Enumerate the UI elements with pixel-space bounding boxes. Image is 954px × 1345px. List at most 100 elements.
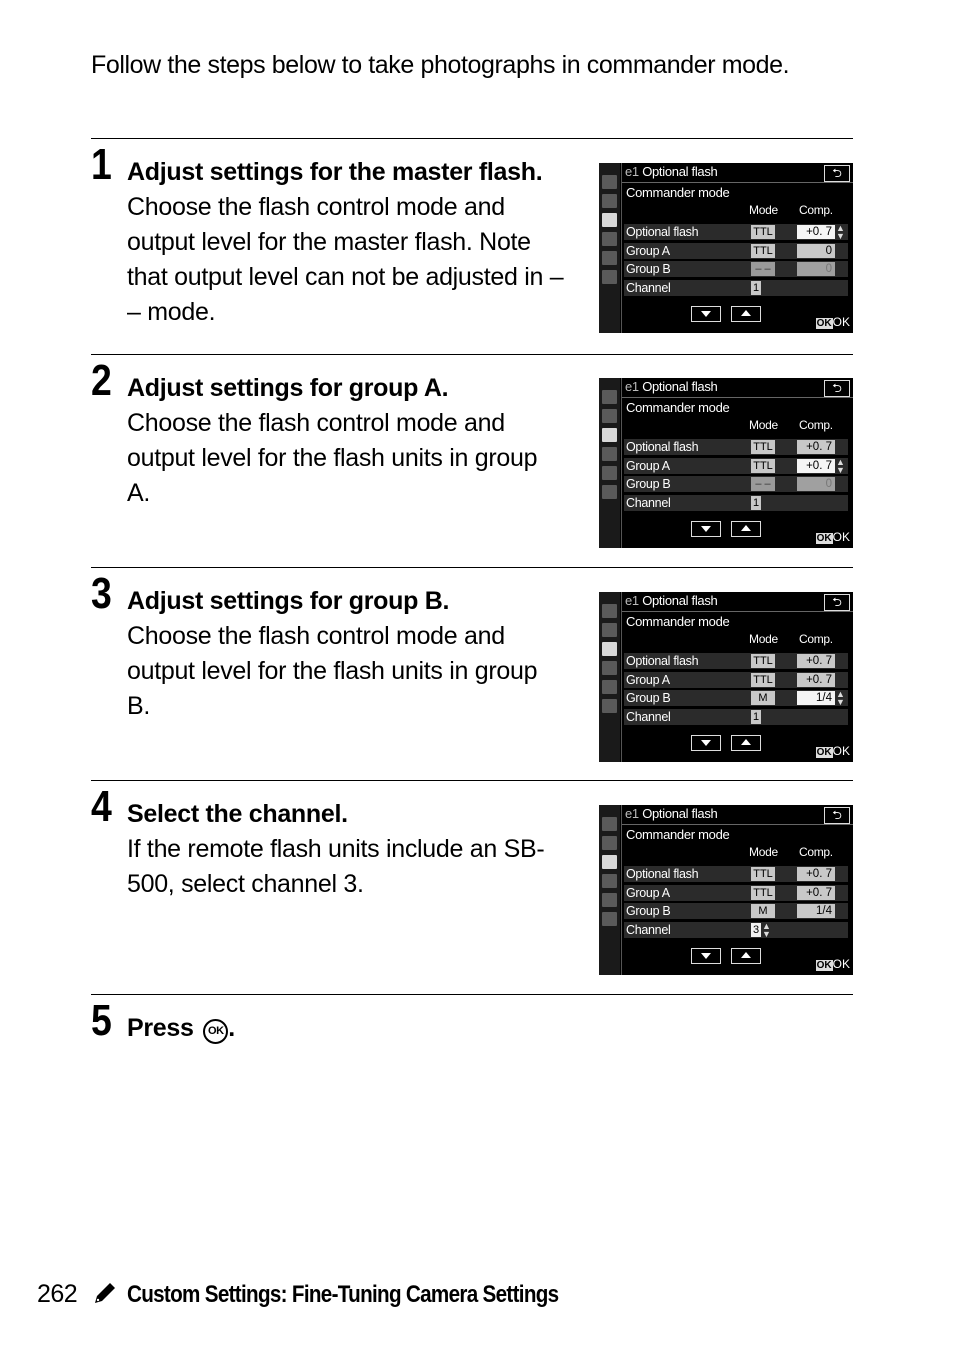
comp-value[interactable]: +0. 7 — [797, 654, 835, 668]
mode-value[interactable]: 1 — [751, 709, 761, 724]
photo-shooting-menu-icon[interactable] — [602, 836, 617, 850]
scroll-down-button[interactable] — [691, 306, 721, 322]
my-menu-icon[interactable] — [602, 699, 617, 713]
mode-value[interactable]: TTL — [751, 654, 775, 668]
setting-row[interactable]: Optional flash TTL +0. 7 — [624, 866, 848, 882]
playback-menu-icon[interactable] — [602, 175, 617, 189]
retouch-menu-icon[interactable] — [602, 251, 617, 265]
mode-value[interactable]: – – — [751, 262, 775, 276]
step-text: Adjust settings for group B. Choose the … — [127, 584, 587, 724]
custom-settings-menu-icon[interactable] — [602, 642, 617, 656]
comp-value[interactable]: +0. 7 — [797, 672, 835, 687]
photo-shooting-menu-icon[interactable] — [602, 409, 617, 423]
scroll-up-button[interactable] — [731, 521, 761, 537]
setting-row[interactable]: Group A TTL +0. 7 — [624, 884, 848, 901]
comp-value[interactable]: 1/4 — [797, 904, 835, 918]
mode-value[interactable]: M — [751, 691, 775, 705]
playback-menu-icon[interactable] — [602, 604, 617, 618]
scroll-down-button[interactable] — [691, 948, 721, 964]
camera-screen: e1 Optional flash ⮌ Commander mode Mode Comp… — [599, 163, 853, 333]
scroll-down-button[interactable] — [691, 521, 721, 537]
comp-value[interactable]: 1/4 — [797, 691, 835, 705]
comp-value[interactable]: +0. 7 — [797, 458, 835, 473]
setting-row[interactable]: Optional flash TTL +0. 7 — [624, 439, 848, 455]
menu-title-text: Optional flash — [642, 164, 718, 179]
mode-value[interactable]: TTL — [751, 243, 775, 258]
mode-value[interactable]: 1 — [751, 495, 761, 510]
comp-value[interactable]: 0 — [797, 477, 835, 491]
retouch-menu-icon[interactable] — [602, 466, 617, 480]
comp-value[interactable]: 0 — [797, 243, 835, 258]
comp-value[interactable]: +0. 7 — [797, 225, 835, 239]
setup-menu-icon[interactable] — [602, 874, 617, 888]
setup-menu-icon[interactable] — [602, 447, 617, 461]
step-body: Choose the flash control mode and output… — [127, 193, 564, 326]
step-title: Adjust settings for group A. — [127, 374, 449, 402]
ok-button[interactable]: OKOK — [815, 315, 850, 331]
row-label: Group A — [626, 672, 670, 687]
setting-row[interactable]: Group B – – 0 — [624, 476, 848, 492]
ok-label: OK — [832, 530, 850, 544]
setting-row[interactable]: Group B M 1/4 — [624, 903, 848, 919]
my-menu-icon[interactable] — [602, 912, 617, 926]
setting-row[interactable]: Group A TTL 0 — [624, 242, 848, 259]
ok-label: OK — [832, 744, 850, 758]
scroll-up-button[interactable] — [731, 948, 761, 964]
step-title: Adjust settings for the master flash. — [127, 158, 543, 186]
menu-subtitle: Commander mode — [626, 827, 730, 842]
setting-row[interactable]: Channel 1 — [624, 708, 848, 725]
setting-row[interactable]: Group A TTL +0. 7 — [624, 671, 848, 688]
mode-value[interactable]: M — [751, 904, 775, 918]
setting-row[interactable]: Channel 1 — [624, 279, 848, 296]
mode-value[interactable]: TTL — [751, 440, 775, 454]
scroll-down-button[interactable] — [691, 735, 721, 751]
mode-value[interactable]: TTL — [751, 867, 775, 881]
my-menu-icon[interactable] — [602, 270, 617, 284]
mode-value[interactable]: 1 — [751, 280, 761, 295]
ok-button[interactable]: OKOK — [815, 957, 850, 973]
ok-button[interactable]: OKOK — [815, 744, 850, 760]
scroll-up-button[interactable] — [731, 306, 761, 322]
comp-value[interactable]: +0. 7 — [797, 867, 835, 881]
retouch-menu-icon[interactable] — [602, 893, 617, 907]
setting-row[interactable]: Channel 3 ▲ ▼ — [624, 921, 848, 938]
step-title: Press OK. — [127, 1014, 235, 1044]
mode-value[interactable]: TTL — [751, 458, 775, 473]
menu-subtitle: Commander mode — [626, 185, 730, 200]
setting-row[interactable]: Group B – – 0 — [624, 261, 848, 277]
mode-value[interactable]: TTL — [751, 225, 775, 239]
setting-row[interactable]: Group A TTL +0. 7 ▲ ▼ — [624, 457, 848, 474]
playback-menu-icon[interactable] — [602, 817, 617, 831]
back-icon[interactable]: ⮌ — [824, 380, 850, 397]
setting-row[interactable]: Optional flash TTL +0. 7 — [624, 653, 848, 669]
mode-value[interactable]: TTL — [751, 885, 775, 900]
row-label: Channel — [626, 922, 671, 937]
photo-shooting-menu-icon[interactable] — [602, 194, 617, 208]
comp-value[interactable]: 0 — [797, 262, 835, 276]
comp-value[interactable]: +0. 7 — [797, 440, 835, 454]
custom-settings-menu-icon[interactable] — [602, 213, 617, 227]
mode-value[interactable]: 3 — [751, 922, 761, 937]
setup-menu-icon[interactable] — [602, 661, 617, 675]
mode-value[interactable]: TTL — [751, 672, 775, 687]
setup-menu-icon[interactable] — [602, 232, 617, 246]
mode-value[interactable]: – – — [751, 477, 775, 491]
mode-column-header: Mode — [749, 632, 778, 646]
triangle-up-icon — [741, 310, 751, 316]
retouch-menu-icon[interactable] — [602, 680, 617, 694]
back-icon[interactable]: ⮌ — [824, 807, 850, 824]
my-menu-icon[interactable] — [602, 485, 617, 499]
setting-row[interactable]: Optional flash TTL +0. 7 ▲ ▼ — [624, 224, 848, 241]
setting-row[interactable]: Group B M 1/4 ▲ ▼ — [624, 690, 848, 707]
ok-button[interactable]: OKOK — [815, 530, 850, 546]
scroll-up-button[interactable] — [731, 735, 761, 751]
back-icon[interactable]: ⮌ — [824, 165, 850, 182]
playback-menu-icon[interactable] — [602, 390, 617, 404]
menu-subtitle: Commander mode — [626, 400, 730, 415]
setting-row[interactable]: Channel 1 — [624, 494, 848, 511]
custom-settings-menu-icon[interactable] — [602, 855, 617, 869]
custom-settings-menu-icon[interactable] — [602, 428, 617, 442]
photo-shooting-menu-icon[interactable] — [602, 623, 617, 637]
comp-value[interactable]: +0. 7 — [797, 885, 835, 900]
back-icon[interactable]: ⮌ — [824, 594, 850, 611]
